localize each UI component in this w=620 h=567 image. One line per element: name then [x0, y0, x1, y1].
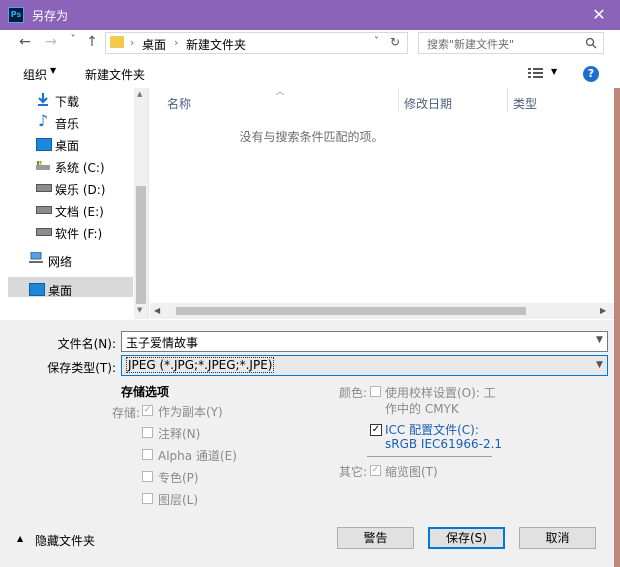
- as-copy-checkbox[interactable]: ✓: [142, 405, 153, 416]
- options-divider: [367, 456, 492, 457]
- desktop-icon: [36, 138, 52, 151]
- color-label: 颜色:: [339, 386, 368, 400]
- drive-icon: [36, 184, 52, 192]
- column-date-modified[interactable]: 修改日期: [404, 95, 452, 112]
- organize-dropdown-icon[interactable]: ▼: [50, 66, 56, 75]
- address-dropdown-icon[interactable]: ˅: [374, 36, 379, 47]
- recent-locations-button[interactable]: ˅: [64, 34, 82, 45]
- search-icon[interactable]: [585, 37, 597, 49]
- sort-ascending-icon: ︿: [276, 87, 284, 96]
- desktop-icon: [29, 283, 45, 296]
- music-icon: ♪: [38, 111, 49, 130]
- options-heading: 存储选项: [121, 385, 170, 399]
- breadcrumb-separator: ›: [174, 36, 179, 49]
- filename-label: 文件名(N):: [57, 337, 116, 351]
- sidebar-item-downloads[interactable]: 下载: [55, 93, 79, 110]
- horizontal-scroll-thumb[interactable]: [176, 307, 526, 315]
- as-copy-label: 作为副本(Y): [158, 405, 223, 419]
- sidebar-item-desktop[interactable]: 桌面: [55, 137, 79, 154]
- drive-icon: [36, 206, 52, 214]
- view-dropdown-icon[interactable]: ▼: [551, 67, 557, 76]
- close-icon: ✕: [592, 5, 606, 24]
- network-icon: [29, 251, 43, 264]
- cancel-button[interactable]: 取消: [519, 527, 596, 549]
- use-proof-checkbox[interactable]: [370, 386, 381, 397]
- file-list[interactable]: 名称 修改日期 类型: [150, 88, 614, 319]
- up-button[interactable]: ↑: [83, 34, 101, 50]
- icc-profile-checkbox[interactable]: ✓: [370, 424, 382, 436]
- column-divider[interactable]: [507, 88, 508, 112]
- background-image-strip: [614, 88, 620, 567]
- address-bar[interactable]: › 桌面 › 新建文件夹 ˅ ↻: [105, 32, 408, 54]
- save-type-dropdown-icon[interactable]: ▼: [596, 360, 603, 370]
- use-proof-label-line2: 作中的 CMYK: [385, 402, 459, 416]
- sidebar-item-drive-e[interactable]: 文档 (E:): [55, 203, 104, 220]
- forward-button[interactable]: →: [42, 34, 60, 50]
- new-folder-button[interactable]: 新建文件夹: [85, 66, 145, 83]
- alpha-channel-checkbox[interactable]: [142, 449, 153, 460]
- notes-label: 注释(N): [158, 427, 201, 441]
- thumbnail-checkbox[interactable]: ✓: [370, 465, 381, 476]
- arrow-right-icon: →: [45, 34, 57, 50]
- breadcrumb-separator: ›: [130, 36, 135, 49]
- spot-color-label: 专色(P): [158, 471, 199, 485]
- search-input[interactable]: 搜索"新建文件夹": [427, 36, 514, 52]
- spot-color-checkbox[interactable]: [142, 471, 153, 482]
- drive-icon: [36, 160, 50, 170]
- scroll-right-icon[interactable]: ▶: [600, 306, 606, 315]
- arrow-left-icon: ←: [19, 34, 31, 50]
- column-type[interactable]: 类型: [513, 95, 537, 112]
- sidebar-item-drive-f[interactable]: 软件 (F:): [55, 225, 102, 242]
- column-divider[interactable]: [398, 88, 399, 112]
- folder-icon: [110, 36, 124, 48]
- view-options-icon[interactable]: [528, 67, 544, 79]
- back-button[interactable]: ←: [16, 34, 34, 50]
- refresh-icon[interactable]: ↻: [390, 35, 400, 49]
- warning-button[interactable]: 警告: [337, 527, 414, 549]
- organize-menu[interactable]: 组织: [23, 66, 47, 83]
- icc-profile-value: sRGB IEC61966-2.1: [385, 437, 503, 451]
- notes-checkbox[interactable]: [142, 427, 153, 438]
- drive-icon: [36, 228, 52, 236]
- column-name[interactable]: 名称: [167, 95, 191, 112]
- layers-checkbox[interactable]: [142, 493, 153, 504]
- help-icon[interactable]: ?: [583, 66, 599, 82]
- filename-dropdown-icon[interactable]: ▼: [596, 335, 603, 345]
- sidebar-item-network[interactable]: 网络: [48, 253, 72, 270]
- alpha-channel-label: Alpha 通道(E): [158, 449, 237, 463]
- arrow-up-icon: ↑: [86, 34, 98, 50]
- scroll-up-icon[interactable]: ▲: [137, 90, 142, 98]
- sidebar-item-music[interactable]: 音乐: [55, 115, 79, 132]
- sidebar-scroll-thumb[interactable]: [136, 186, 146, 304]
- filename-value: 玉子爱情故事: [126, 336, 199, 350]
- breadcrumb-new-folder[interactable]: 新建文件夹: [186, 36, 246, 53]
- save-type-label: 保存类型(T):: [47, 361, 116, 375]
- close-button[interactable]: ✕: [588, 4, 610, 26]
- thumbnail-label: 缩览图(T): [385, 465, 438, 479]
- chevron-down-icon: ˅: [70, 34, 76, 45]
- scroll-left-icon[interactable]: ◀: [154, 306, 160, 315]
- scroll-down-icon[interactable]: ▼: [137, 306, 142, 314]
- photoshop-icon: Ps: [8, 7, 24, 23]
- sidebar-item-drive-c[interactable]: 系统 (C:): [55, 159, 105, 176]
- save-type-value: JPEG (*.JPG;*.JPEG;*.JPE): [126, 357, 275, 373]
- filename-input[interactable]: 玉子爱情故事: [121, 331, 608, 352]
- use-proof-label: 使用校样设置(O): 工: [385, 386, 496, 400]
- icc-profile-label: ICC 配置文件(C):: [385, 423, 479, 437]
- save-type-select[interactable]: JPEG (*.JPG;*.JPEG;*.JPE): [121, 355, 608, 376]
- save-button[interactable]: 保存(S): [428, 527, 505, 549]
- window-title: 另存为: [32, 9, 69, 23]
- layers-label: 图层(L): [158, 493, 199, 507]
- sidebar-item-drive-d[interactable]: 娱乐 (D:): [55, 181, 105, 198]
- collapse-up-icon[interactable]: ▲: [17, 534, 23, 543]
- search-box[interactable]: 搜索"新建文件夹": [418, 32, 604, 54]
- breadcrumb-desktop[interactable]: 桌面: [142, 36, 166, 53]
- title-bar[interactable]: [0, 0, 620, 30]
- download-icon: [36, 92, 50, 106]
- hide-folders-toggle[interactable]: 隐藏文件夹: [35, 532, 95, 549]
- empty-message: 没有与搜索条件匹配的项。: [239, 130, 384, 144]
- sidebar-item-desktop-root[interactable]: 桌面: [48, 282, 72, 299]
- other-label: 其它:: [339, 465, 368, 479]
- store-label: 存储:: [112, 406, 141, 420]
